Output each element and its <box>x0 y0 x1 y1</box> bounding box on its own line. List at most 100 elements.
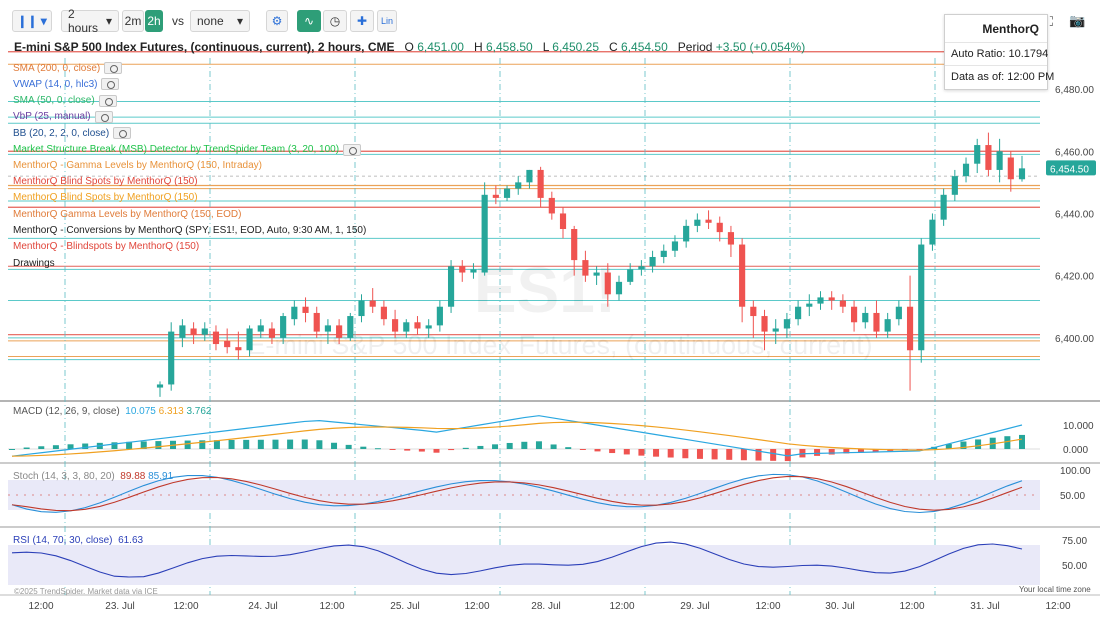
eye-icon[interactable] <box>98 94 117 107</box>
candle-body <box>481 194 488 273</box>
indicator-item[interactable]: MenthorQ - Gamma Levels by MenthorQ (150… <box>13 160 262 171</box>
timeframe-2m-button[interactable]: 2m <box>122 10 144 32</box>
candle-body <box>873 312 880 332</box>
vs-label: vs <box>172 14 184 28</box>
eye-icon[interactable] <box>101 78 120 91</box>
macd-value: 10.075 <box>125 406 156 417</box>
candle-body <box>996 151 1003 170</box>
indicator-label: SMA (50, 0, close) <box>13 95 95 107</box>
candle-body <box>671 241 679 251</box>
candle-body <box>906 306 914 351</box>
candle-body <box>212 331 220 345</box>
candle-body <box>1007 157 1014 180</box>
candle-body <box>201 328 208 335</box>
macd-histogram-bar <box>696 449 703 459</box>
indicator-item[interactable]: MenthorQ - Conversions by MenthorQ (SPY,… <box>13 225 366 236</box>
macd-histogram-bar <box>433 449 440 453</box>
chart-type-button[interactable]: ❙❙ ▾ <box>12 10 52 32</box>
macd-histogram-bar <box>38 446 45 449</box>
macd-histogram-bar <box>594 449 601 452</box>
indicator-item[interactable]: VWAP (14, 0, hlc3) <box>13 78 120 91</box>
candle-body <box>694 219 701 226</box>
candle-body <box>358 300 365 317</box>
candle-body <box>246 328 253 351</box>
indicator-item[interactable]: SMA (50, 0, close) <box>13 94 117 107</box>
rsi-legend[interactable]: RSI (14, 70, 30, close) 61.63 <box>13 535 143 546</box>
price-axis-tick: 6,440.00 <box>1055 209 1094 220</box>
eye-icon[interactable] <box>104 62 123 74</box>
clock-button[interactable]: ◷ <box>323 10 347 32</box>
indicator-item[interactable]: MenthorQ - Blindspots by MenthorQ (150) <box>13 241 199 252</box>
eye-icon[interactable] <box>94 110 113 123</box>
macd-histogram-bar <box>550 444 557 449</box>
indicator-label: VbP (25, manual) <box>13 111 91 123</box>
candle-body <box>537 169 544 198</box>
indicator-item[interactable]: MenthorQ Blind Spots by MenthorQ (150) <box>13 176 198 187</box>
candle-body <box>627 269 634 282</box>
log-linear-toggle[interactable]: Lin <box>377 10 397 32</box>
rsi-value: 61.63 <box>118 535 144 546</box>
indicator-item[interactable]: Market Structure Break (MSB) Detector by… <box>13 143 362 156</box>
close-label: C <box>609 40 618 54</box>
macd-histogram-bar <box>638 449 645 456</box>
candle-body <box>436 306 443 326</box>
period-change: +3.50 (+0.054%) <box>715 40 806 54</box>
candle-body <box>291 306 298 320</box>
macd-histogram-bar <box>506 442 513 449</box>
rsi-label: RSI (14, 70, 30, close) <box>13 535 113 546</box>
macd-histogram-bar <box>682 449 689 459</box>
interval-select[interactable]: 2 hours ▾ <box>61 7 119 35</box>
eye-icon[interactable] <box>343 143 362 156</box>
settings-button[interactable]: ⚙ <box>266 10 288 32</box>
time-axis-tick: 12:00 <box>28 601 53 612</box>
candle-body <box>302 306 309 313</box>
macd-legend[interactable]: MACD (12, 26, 9, close) 10.075 6.313 3.7… <box>13 406 212 417</box>
last-price-text: 6,454.50 <box>1050 164 1089 175</box>
low-value: 6,450.25 <box>552 40 599 54</box>
candle-body <box>940 194 947 220</box>
candle-body <box>739 244 746 307</box>
compare-select[interactable]: none ▾ <box>190 10 250 32</box>
indicator-item[interactable]: MenthorQ Gamma Levels by MenthorQ (150, … <box>13 209 241 220</box>
indicator-item[interactable]: VbP (25, manual) <box>13 110 113 123</box>
chevron-down-icon: ▾ <box>236 14 243 28</box>
price-axis-tick: 6,400.00 <box>1055 334 1094 345</box>
candles-icon: ❙❙ ▾ <box>17 14 47 28</box>
indicator-label: SMA (200, 0, close) <box>13 62 101 74</box>
chart-canvas[interactable]: ES1! E-mini S&P 500 Index Futures, (conti… <box>0 0 1100 623</box>
time-axis-tick: 31. Jul <box>970 601 999 612</box>
stoch-k-value: 89.88 <box>120 471 146 482</box>
timeframe-2h-button[interactable]: 2h <box>145 10 163 32</box>
time-axis-tick: 12:00 <box>899 601 924 612</box>
macd-axis-tick: 0.000 <box>1063 445 1088 456</box>
macd-histogram-bar <box>740 449 747 461</box>
indicator-item[interactable]: Drawings <box>13 258 55 269</box>
indicator-label: MenthorQ - Conversions by MenthorQ (SPY,… <box>13 225 367 236</box>
menthorq-info-box: MenthorQ Auto Ratio: 10.1794 Data as of:… <box>944 14 1055 90</box>
close-value: 6,454.50 <box>621 40 668 54</box>
macd-histogram-bar <box>1019 434 1025 449</box>
candle-body <box>257 325 264 332</box>
stoch-axis-tick: 100.00 <box>1060 466 1091 477</box>
trend-tool-button[interactable]: ∿ <box>297 10 321 32</box>
candle-body <box>168 331 175 385</box>
copyright: ©2025 TrendSpider. Market data via ICE <box>14 587 158 596</box>
indicator-item[interactable]: BB (20, 2, 2, 0, close) <box>13 127 132 140</box>
macd-histogram-bar <box>23 447 30 449</box>
time-axis-tick: 23. Jul <box>105 601 134 612</box>
camera-icon[interactable]: 📷 <box>1069 13 1085 29</box>
crosshair-button[interactable]: ✚ <box>350 10 374 32</box>
stoch-legend[interactable]: Stoch (14, 3, 3, 80, 20) 89.88 85.91 <box>13 471 173 482</box>
data-as-of: Data as of: 12:00 PM <box>951 71 1055 83</box>
open-value: 6,451.00 <box>417 40 464 54</box>
eye-icon[interactable] <box>113 127 132 140</box>
high-label: H <box>473 40 483 54</box>
indicator-item[interactable]: SMA (200, 0, close) <box>13 62 123 74</box>
candle-body <box>571 229 578 261</box>
candle-body <box>559 213 567 229</box>
time-axis-tick: 12:00 <box>173 601 198 612</box>
open-label: O <box>404 40 414 54</box>
infobox-title: MenthorQ <box>945 15 1047 43</box>
indicator-item[interactable]: MenthorQ Blind Spots by MenthorQ (150) <box>13 192 198 203</box>
candle-body <box>660 250 667 257</box>
